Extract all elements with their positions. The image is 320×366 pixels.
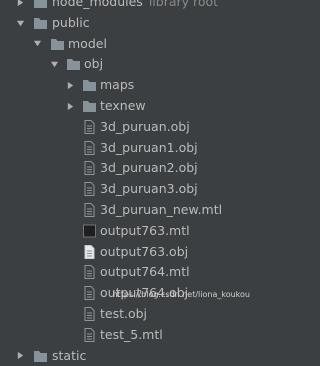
mtl-file-icon [82,265,97,280]
tree-label-file: 3d_puruan.obj [100,118,190,134]
tree-row-maps[interactable]: maps [0,75,253,96]
obj-file-icon [82,244,97,259]
tree-row-file[interactable]: 3d_puruan1.obj [0,138,253,159]
folder-icon [66,57,81,71]
tree-label-file: test.obj [100,305,148,321]
project-tree: node_modules library root public model ob… [0,0,253,366]
watermark-url: https://blog.csdn.net/liona_koukou [112,290,250,299]
tree-row-file[interactable]: output763.obj [0,242,253,263]
tree-label-maps: maps [100,77,135,93]
mtl-file-icon [82,202,97,217]
folder-icon [82,99,97,113]
tree-row-node-modules[interactable]: node_modules library root [0,0,253,13]
folder-icon [33,16,48,30]
obj-file-icon [82,182,97,197]
chevron-down-icon[interactable] [14,13,26,34]
chevron-right-icon[interactable] [64,96,76,117]
mtl-file-icon [82,327,97,342]
tree-label-file: output763.mtl [100,222,190,238]
tree-row-static[interactable]: static [0,346,253,366]
tree-label-file: 3d_puruan1.obj [100,139,198,155]
tree-label-obj: obj [84,56,104,72]
mtl-file-icon [82,224,97,238]
tree-label-static: static [52,347,87,363]
tree-label-file: output763.obj [100,243,189,259]
tree-label-public: public [52,14,90,30]
tree-row-file[interactable]: 3d_puruan_new.mtl [0,200,253,221]
chevron-down-icon[interactable] [31,34,43,55]
obj-file-icon [82,286,97,301]
tree-row-public[interactable]: public [0,13,253,34]
chevron-down-icon[interactable] [48,54,60,75]
folder-icon [33,0,48,9]
tree-label-file: output764.mtl [100,264,190,280]
tree-row-file[interactable]: 3d_puruan.obj [0,117,253,138]
obj-file-icon [82,306,97,321]
tree-row-file[interactable]: test.obj [0,304,253,325]
tree-row-file[interactable]: output763.mtl [0,221,253,242]
folder-icon [82,78,97,92]
tree-row-file[interactable]: output764.mtl [0,262,253,283]
tree-label-file: 3d_puruan_new.mtl [100,201,223,217]
tree-label-node-modules: node_modules library root [52,0,219,9]
chevron-right-icon[interactable] [14,346,26,366]
obj-file-icon [82,140,97,155]
tree-row-texnew[interactable]: texnew [0,96,253,117]
tree-row-model[interactable]: model [0,34,253,55]
tree-row-file[interactable]: 3d_puruan3.obj [0,179,253,200]
tree-label-file: 3d_puruan2.obj [100,160,198,176]
folder-icon [50,37,65,51]
tree-label-texnew: texnew [100,97,146,113]
tree-label-file: 3d_puruan3.obj [100,181,198,197]
tree-row-obj[interactable]: obj [0,54,253,75]
chevron-right-icon[interactable] [14,0,26,13]
folder-icon [33,349,48,363]
tree-label-model: model [68,35,107,51]
tree-row-file[interactable]: test_5.mtl [0,325,253,346]
chevron-right-icon[interactable] [64,75,76,96]
obj-file-icon [82,161,97,176]
tree-row-file[interactable]: 3d_puruan2.obj [0,158,253,179]
tree-label-file: test_5.mtl [100,326,163,342]
obj-file-icon [82,119,97,134]
